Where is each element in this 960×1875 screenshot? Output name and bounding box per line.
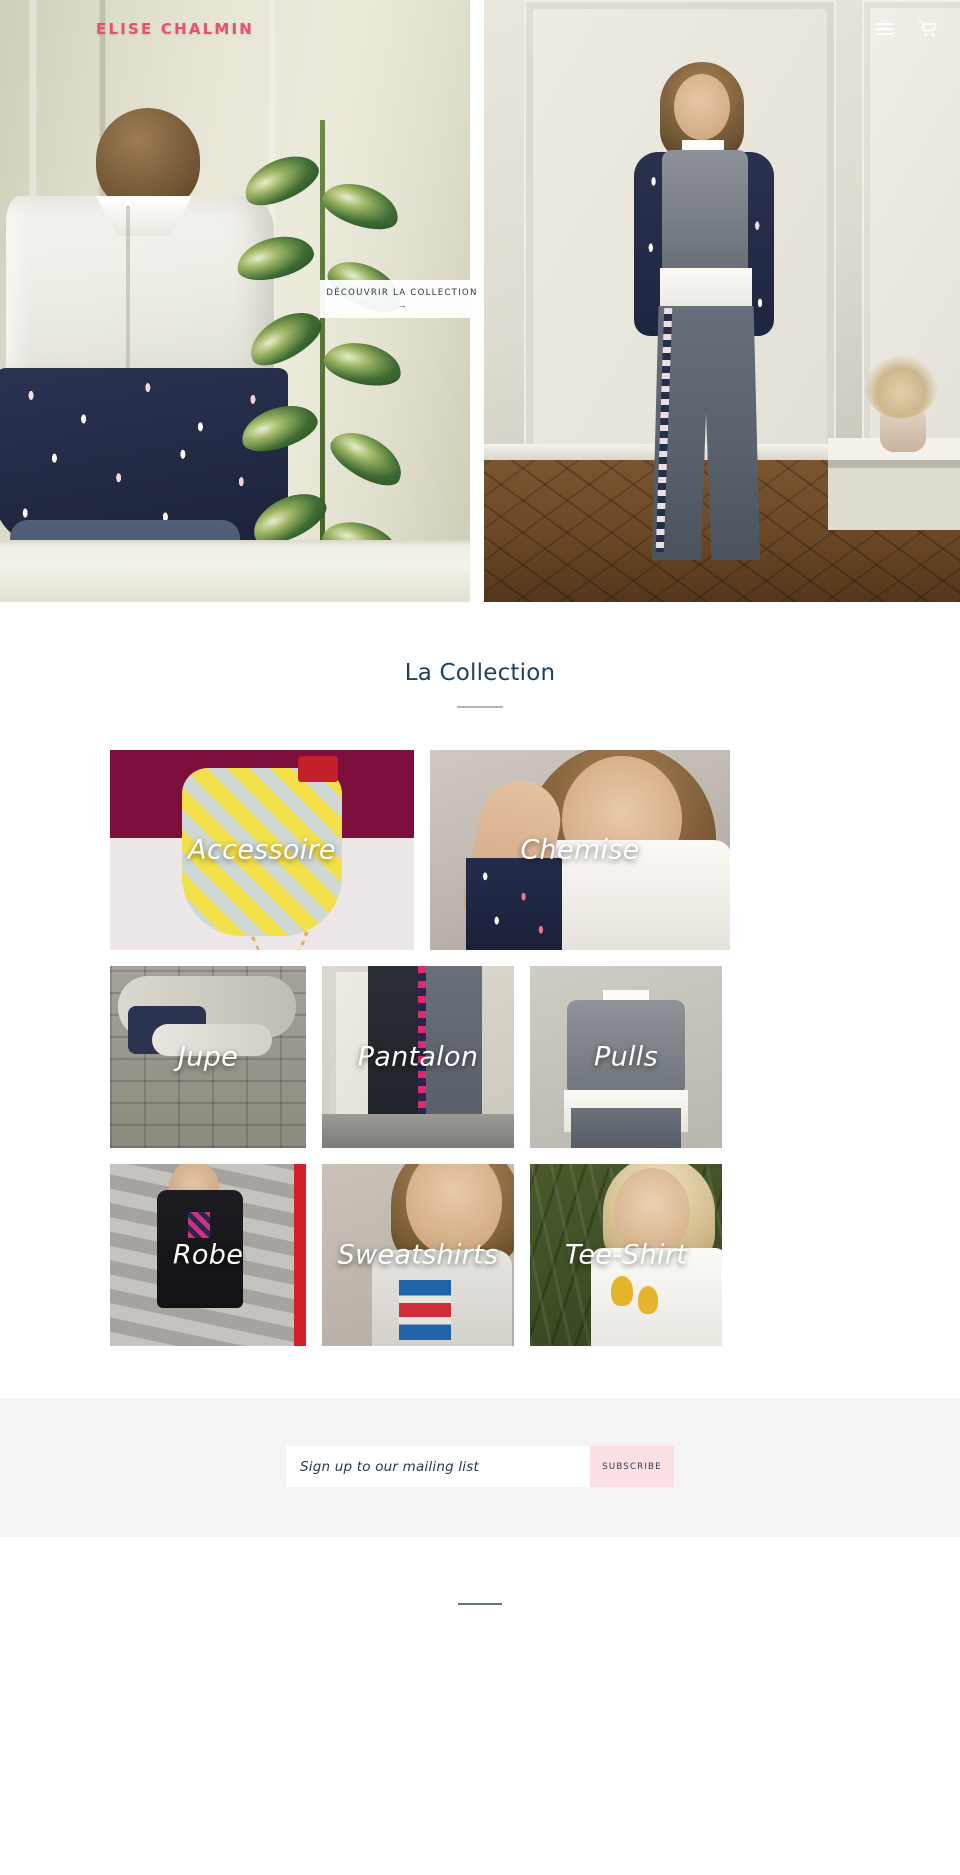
newsletter-section: SUBSCRIBE	[0, 1398, 960, 1537]
category-tile-jupe[interactable]: Jupe	[110, 966, 306, 1148]
site-header: ELISE CHALMIN	[0, 0, 960, 58]
discover-collection-label: DÉCOUVRIR LA COLLECTION	[326, 288, 478, 298]
page-title: La Collection	[404, 660, 556, 686]
tee-motif	[610, 1276, 633, 1306]
floor-line	[0, 540, 471, 602]
collection-row: Jupe Pantalon Pulls	[110, 966, 850, 1148]
site-logo[interactable]: ELISE CHALMIN	[96, 20, 254, 38]
hero-slideshow: ELISE CHALMIN DÉCOUVRIR LA COLLECTION →	[0, 0, 960, 602]
category-label: Sweatshirts	[337, 1239, 499, 1271]
category-label: Jupe	[177, 1041, 239, 1073]
collection-row: Robe Sweatshirts Tee-Shirt	[110, 1164, 850, 1346]
category-label: Pantalon	[357, 1041, 479, 1073]
plant-leaf	[237, 145, 325, 215]
plant-leaf	[320, 336, 406, 392]
grey-trousers	[571, 1108, 681, 1148]
category-label: Accessoire	[188, 834, 336, 866]
sweatshirt-print	[398, 1280, 451, 1340]
plant-leaf	[323, 421, 411, 495]
white-shirt-hem	[660, 268, 753, 310]
collection-grid: Accessoire Chemise Jupe Pantalon Pulls R…	[110, 750, 850, 1346]
discover-collection-button[interactable]: DÉCOUVRIR LA COLLECTION →	[320, 280, 484, 318]
category-tile-robe[interactable]: Robe	[110, 1164, 306, 1346]
hero-slide-2[interactable]	[484, 0, 960, 602]
collection-row: Accessoire Chemise	[110, 750, 850, 950]
shopping-cart-icon[interactable]	[918, 20, 938, 38]
model-head	[674, 74, 731, 140]
plant-leaf	[235, 396, 323, 460]
category-tile-pantalon[interactable]: Pantalon	[322, 966, 514, 1148]
hero-image-2	[484, 0, 960, 602]
footer-divider	[458, 1603, 502, 1605]
arrow-right-icon: →	[397, 300, 407, 310]
newsletter-form: SUBSCRIBE	[286, 1446, 674, 1487]
dried-flowers	[864, 354, 938, 418]
category-tile-accessoire[interactable]: Accessoire	[110, 750, 414, 950]
plant-leaf	[241, 301, 329, 375]
category-label: Chemise	[520, 834, 640, 866]
category-tile-pulls[interactable]: Pulls	[530, 966, 722, 1148]
category-tile-sweatshirts[interactable]: Sweatshirts	[322, 1164, 514, 1346]
collection-section: La Collection Accessoire Chemise Jupe Pa…	[0, 602, 960, 1346]
house-plant	[232, 120, 426, 602]
grey-vest	[662, 150, 749, 274]
header-actions	[876, 20, 938, 38]
tee-motif	[637, 1286, 658, 1314]
title-divider	[457, 706, 503, 708]
dress-pocket	[188, 1212, 211, 1238]
subscribe-button[interactable]: SUBSCRIBE	[590, 1446, 674, 1487]
blouse-pleat	[126, 206, 130, 382]
category-label: Pulls	[594, 1041, 658, 1073]
red-tag	[298, 756, 339, 782]
print-cuff	[466, 858, 562, 950]
category-label: Robe	[172, 1239, 244, 1271]
category-label: Tee-Shirt	[564, 1239, 688, 1271]
floor-strip	[322, 1114, 514, 1148]
hamburger-menu-icon[interactable]	[876, 20, 896, 38]
newsletter-email-input[interactable]	[286, 1446, 590, 1487]
site-footer	[0, 1537, 960, 1671]
plant-leaf	[232, 229, 318, 287]
category-tile-chemise[interactable]: Chemise	[430, 750, 730, 950]
category-tile-tee-shirt[interactable]: Tee-Shirt	[530, 1164, 722, 1346]
plant-leaf	[317, 174, 405, 238]
